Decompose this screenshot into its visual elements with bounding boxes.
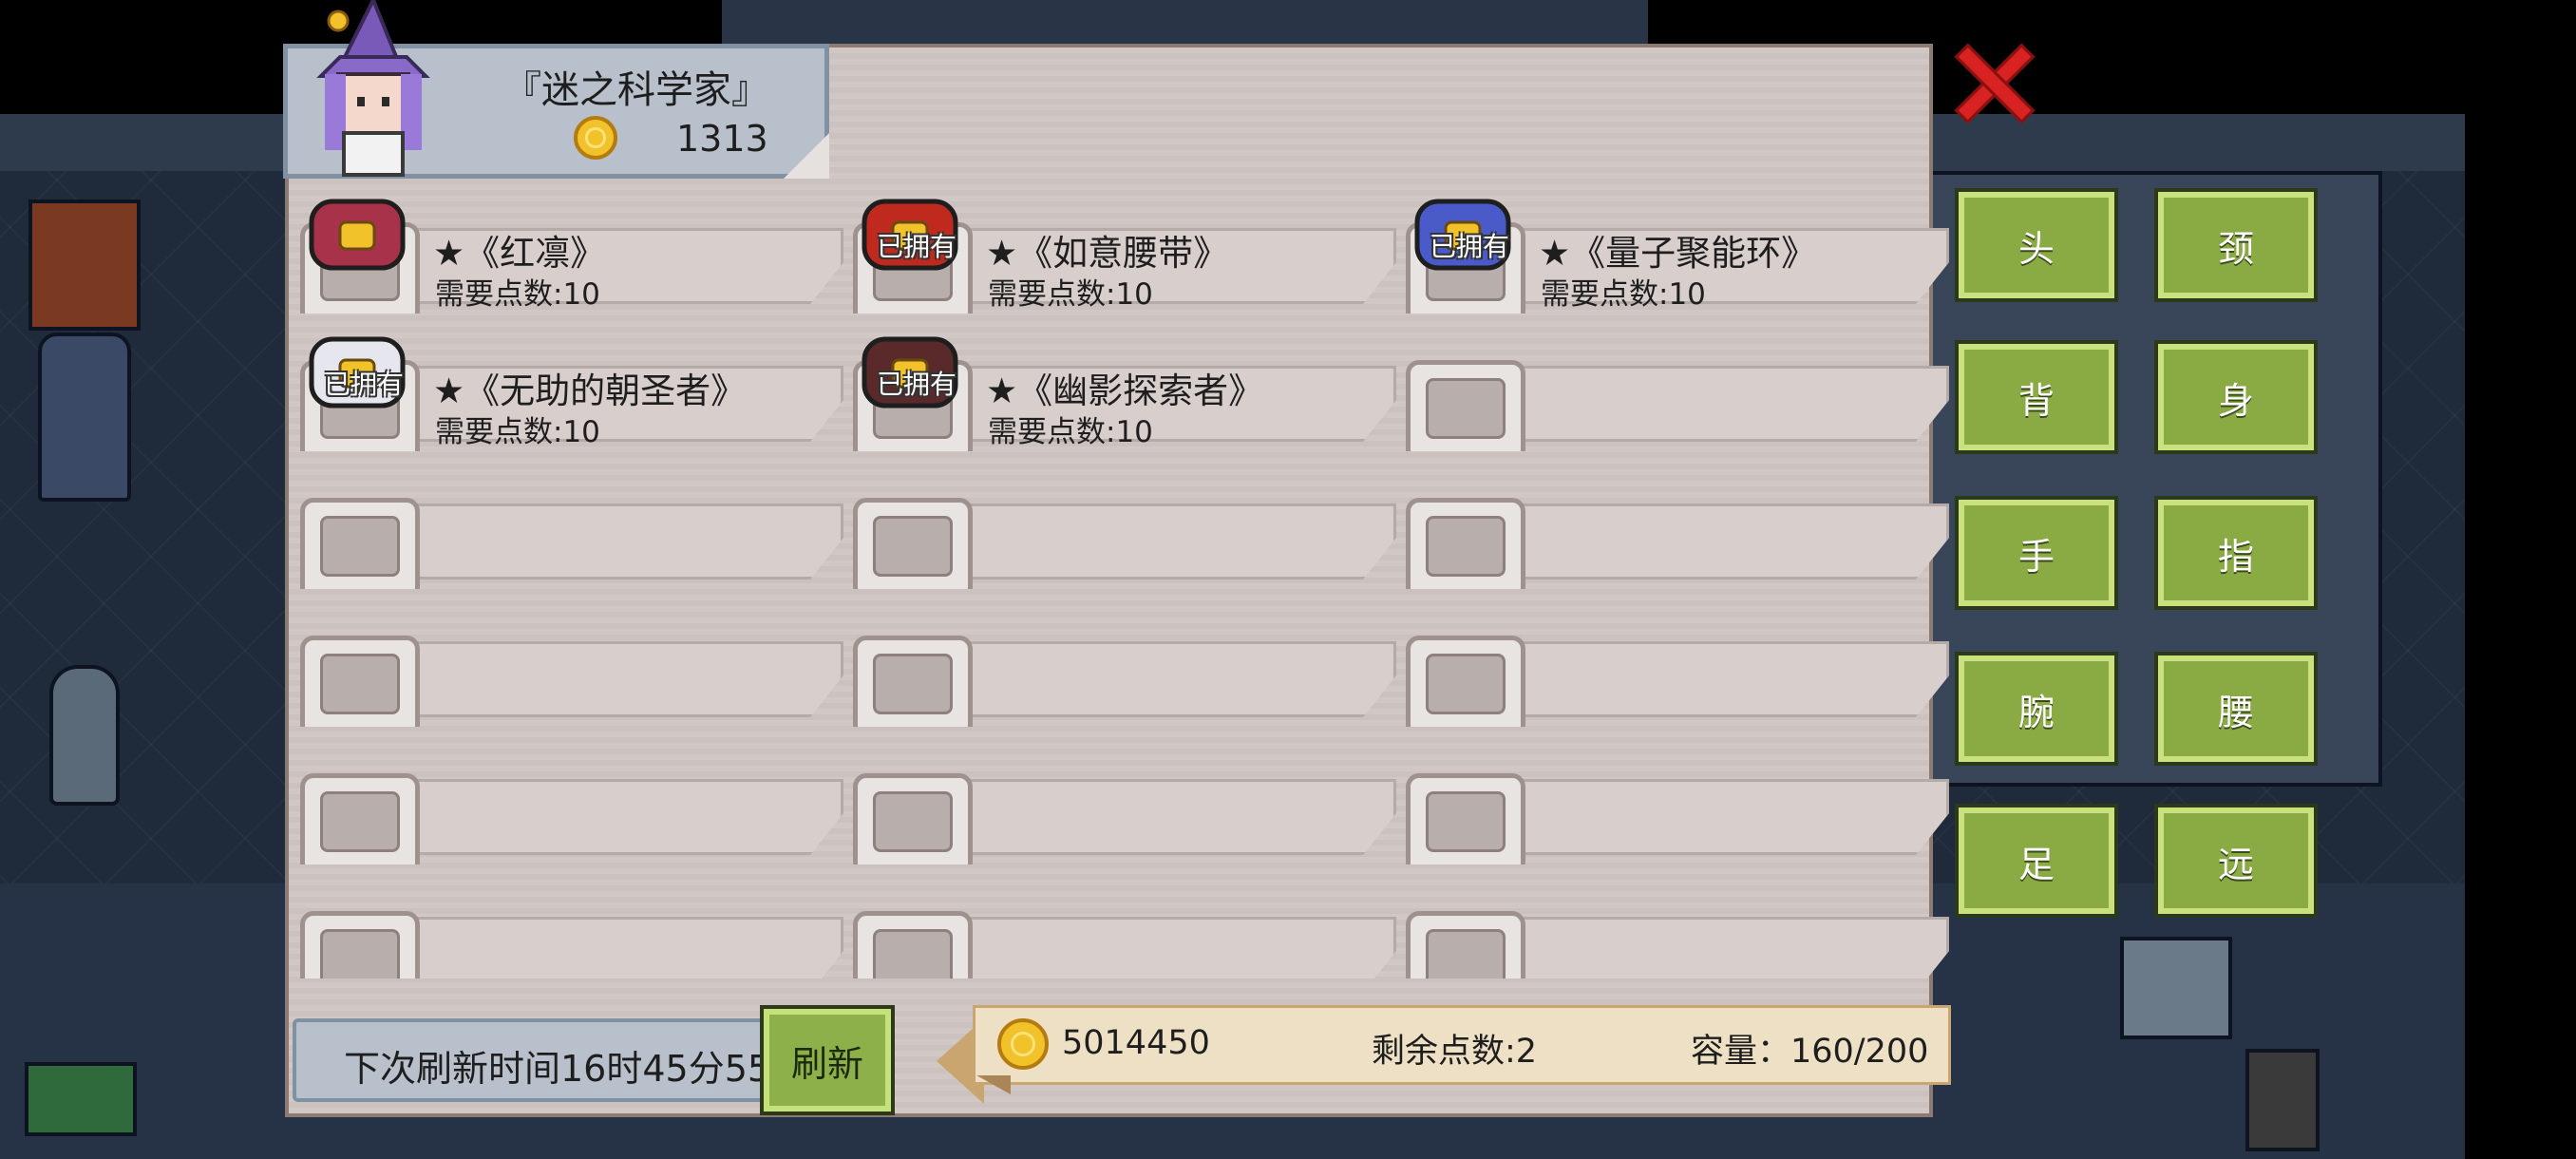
- top-machinery: [722, 0, 1648, 48]
- empty-item-card[interactable]: [1398, 739, 1949, 864]
- category-wrist-button[interactable]: 腕: [1955, 652, 2118, 766]
- item-slot: [1406, 636, 1525, 727]
- item-card[interactable]: 已拥有 ★《量子聚能环》 需要点数:10: [1398, 188, 1949, 314]
- item-slot: [853, 911, 973, 978]
- total-coins: 5014450: [1062, 1024, 1210, 1062]
- item-label-strip: [369, 917, 843, 978]
- lamp: [2245, 1049, 2320, 1151]
- item-name: ★《量子聚能环》: [1539, 233, 1817, 274]
- vase: [49, 665, 120, 806]
- item-name: ★《幽影探索者》: [986, 370, 1264, 411]
- category-foot-button[interactable]: 足: [1955, 804, 2118, 918]
- item-slot: [853, 773, 973, 864]
- empty-item-card[interactable]: [1398, 601, 1949, 727]
- owned-badge: 已拥有: [1429, 231, 1509, 262]
- item-label-strip: [1474, 779, 1949, 855]
- owned-badge: 已拥有: [876, 231, 957, 262]
- category-hand-button[interactable]: 手: [1955, 496, 2118, 610]
- item-cost: 需要点数:10: [435, 415, 600, 449]
- pink-skull-belt-icon: [309, 199, 406, 271]
- item-name: ★《红凛》: [433, 233, 606, 274]
- empty-item-card[interactable]: [293, 877, 843, 978]
- empty-item-card[interactable]: [845, 739, 1396, 864]
- item-slot: [1406, 911, 1525, 978]
- item-name: ★《如意腰带》: [986, 233, 1229, 274]
- owned-badge: 已拥有: [876, 369, 957, 400]
- empty-item-card[interactable]: [845, 464, 1396, 589]
- shop-coin-count: 1313: [676, 118, 768, 160]
- item-cost: 需要点数:10: [435, 277, 600, 312]
- item-label-strip: [369, 641, 843, 717]
- empty-item-card[interactable]: [293, 739, 843, 864]
- item-label-strip: [921, 641, 1396, 717]
- item-slot: [1406, 498, 1525, 589]
- item-card[interactable]: 已拥有 ★《无助的朝圣者》需要点数:10: [293, 326, 843, 451]
- category-ranged-button[interactable]: 远: [2154, 804, 2318, 918]
- npc-character: [38, 332, 131, 502]
- item-slot: [1406, 773, 1525, 864]
- item-label-strip: [921, 917, 1396, 978]
- ribbon-fold: [976, 1075, 1011, 1094]
- empty-item-card[interactable]: [845, 601, 1396, 727]
- category-finger-button[interactable]: 指: [2154, 496, 2318, 610]
- item-label-strip: [1474, 504, 1949, 580]
- header-fold: [784, 133, 829, 179]
- item-card[interactable]: 已拥有 ★《幽影探索者》需要点数:10: [845, 326, 1396, 451]
- empty-item-card[interactable]: [1398, 877, 1949, 978]
- owned-badge: 已拥有: [323, 369, 404, 400]
- close-button[interactable]: [1949, 40, 2036, 124]
- refresh-timer: 下次刷新时间16时45分55秒: [344, 1048, 786, 1090]
- item-slot: [300, 498, 420, 589]
- item-slot: [300, 636, 420, 727]
- item-cost: 需要点数:10: [988, 415, 1153, 449]
- refresh-button[interactable]: 刷新: [760, 1005, 895, 1115]
- empty-item-card[interactable]: [1398, 464, 1949, 589]
- category-neck-button[interactable]: 颈: [2154, 188, 2318, 302]
- item-slot: [853, 636, 973, 727]
- item-slot: [300, 911, 420, 978]
- empty-item-card[interactable]: [1398, 326, 1949, 451]
- item-name: ★《无助的朝圣者》: [433, 370, 747, 411]
- item-label-strip: [921, 779, 1396, 855]
- category-head-button[interactable]: 头: [1955, 188, 2118, 302]
- empty-item-card[interactable]: [293, 601, 843, 727]
- coin-icon: [574, 116, 617, 160]
- scientist-avatar: [316, 0, 430, 177]
- capacity: 容量：160/200: [1691, 1033, 1929, 1071]
- category-waist-button[interactable]: 腰: [2154, 652, 2318, 766]
- refresh-timer-box: 下次刷新时间16时45分55秒: [293, 1018, 786, 1102]
- item-label-strip: [369, 504, 843, 580]
- remaining-points: 剩余点数:2: [1372, 1033, 1538, 1071]
- item-label-strip: [1474, 641, 1949, 717]
- console: [25, 1062, 137, 1136]
- item-cost: 需要点数:10: [1541, 277, 1706, 312]
- item-label-strip: [1474, 366, 1949, 442]
- item-slot: [1406, 360, 1525, 451]
- item-slot: [853, 498, 973, 589]
- category-body-button[interactable]: 身: [2154, 340, 2318, 454]
- item-label-strip: [921, 504, 1396, 580]
- item-cost: 需要点数:10: [988, 277, 1153, 312]
- item-label-strip: [1474, 917, 1949, 978]
- item-slot: [300, 773, 420, 864]
- empty-item-card[interactable]: [293, 464, 843, 589]
- empty-item-card[interactable]: [845, 877, 1396, 978]
- shop-name: 『迷之科学家』: [503, 68, 769, 112]
- cabinet: [28, 200, 141, 331]
- item-card[interactable]: 已拥有 ★《如意腰带》 需要点数:10: [845, 188, 1396, 314]
- machine: [2120, 937, 2232, 1039]
- category-back-button[interactable]: 背: [1955, 340, 2118, 454]
- coin-icon: [997, 1018, 1049, 1070]
- item-card[interactable]: ★《红凛》 需要点数:10: [293, 188, 843, 314]
- item-label-strip: [369, 779, 843, 855]
